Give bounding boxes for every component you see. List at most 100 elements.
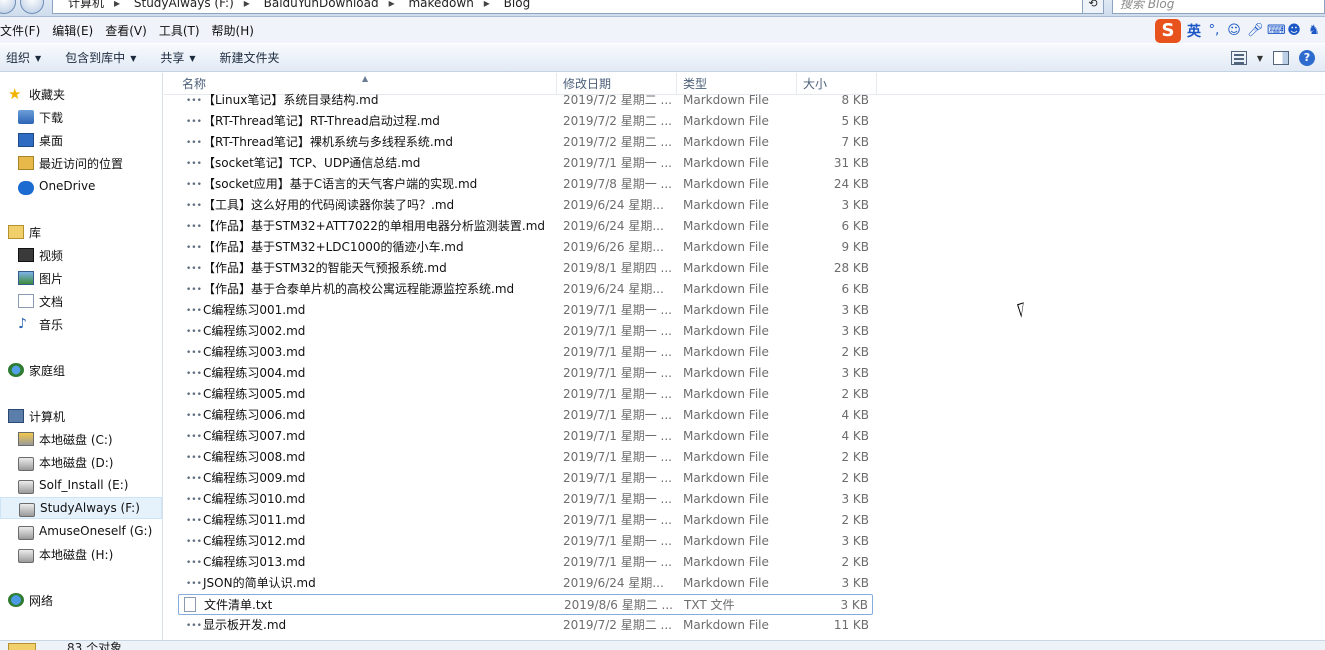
file-type: Markdown File [683, 261, 769, 275]
file-size: 6 KB [841, 219, 869, 233]
file-name: JSON的简单认识.md [203, 576, 316, 590]
new-folder-button[interactable]: 新建文件夹 [220, 49, 280, 66]
ime-language-toggle[interactable]: 英 [1187, 21, 1201, 41]
breadcrumb-item-blog[interactable]: Blog [504, 0, 531, 10]
table-row[interactable]: 文件清单.txt 2019/8/6 星期二 ... TXT 文件 3 KB [178, 594, 873, 615]
nav-item-downloads[interactable]: 下载 [0, 106, 162, 128]
file-type: Markdown File [683, 450, 769, 464]
help-icon[interactable]: ? [1299, 50, 1315, 66]
breadcrumb-item-drive[interactable]: StudyAlways (F:) [134, 0, 234, 10]
nav-item-label: AmuseOneself (G:) [39, 524, 153, 538]
view-mode-icon[interactable] [1230, 51, 1247, 65]
table-row[interactable]: ••• 【作品】基于STM32的智能天气预报系统.md 2019/8/1 星期四 .… [178, 258, 873, 279]
file-name: C编程练习010.md [203, 492, 306, 506]
table-row[interactable]: ••• 【socket笔记】TCP、UDP通信总结.md 2019/7/1 星期一 … [178, 153, 873, 174]
nav-item-documents[interactable]: 文档 [0, 290, 162, 312]
table-row[interactable]: ••• C编程练习003.md 2019/7/1 星期一 ... Markdown F… [178, 342, 873, 363]
nav-computer[interactable]: 计算机 [0, 405, 162, 427]
table-row[interactable]: ••• 【socket应用】基于C语言的天气客户端的实现.md 2019/7/8 星… [178, 174, 873, 195]
file-date: 2019/7/1 星期一 ... [563, 156, 672, 170]
preview-pane-icon[interactable] [1273, 51, 1289, 65]
nav-item-drive-g[interactable]: AmuseOneself (G:) [0, 520, 162, 542]
table-row[interactable]: ••• C编程练习010.md 2019/7/1 星期一 ... Markdown F… [178, 489, 873, 510]
skin-icon[interactable]: ♞ [1307, 24, 1321, 38]
table-row[interactable]: ••• 【作品】基于合泰单片机的高校公寓远程能源监控系统.md 2019/6/24 … [178, 279, 873, 300]
nav-item-drive-f[interactable]: StudyAlways (F:) [0, 497, 162, 519]
nav-homegroup[interactable]: 家庭组 [0, 359, 162, 381]
nav-item-label: 视频 [39, 248, 64, 263]
refresh-button[interactable]: ⟲ [1082, 0, 1104, 14]
breadcrumb-item-makedown[interactable]: makedown [408, 0, 473, 10]
breadcrumb-item-baiduyun[interactable]: BaiduYunDownload [264, 0, 379, 10]
breadcrumb-item-computer[interactable]: 计算机 [68, 0, 104, 10]
file-name: C编程练习011.md [203, 513, 306, 527]
file-size: 2 KB [841, 471, 869, 485]
nav-favorites[interactable]: ★ 收藏夹 [0, 83, 162, 105]
menu-file[interactable]: 文件(F) [0, 22, 46, 39]
folder-icon [8, 643, 36, 650]
include-in-library-button[interactable]: 包含到库中 ▼ [65, 49, 136, 66]
nav-item-desktop[interactable]: 桌面 [0, 129, 162, 151]
menu-help[interactable]: 帮助(H) [212, 22, 260, 39]
table-row[interactable]: ••• C编程练习005.md 2019/7/1 星期一 ... Markdown F… [178, 384, 873, 405]
nav-item-videos[interactable]: 视频 [0, 244, 162, 266]
nav-item-drive-h[interactable]: 本地磁盘 (H:) [0, 543, 162, 565]
nav-item-drive-d[interactable]: 本地磁盘 (D:) [0, 451, 162, 473]
table-row[interactable]: ••• 【RT-Thread笔记】RT-Thread启动过程.md 2019/7/2… [178, 111, 873, 132]
table-row[interactable]: ••• C编程练习013.md 2019/7/1 星期一 ... Markdown F… [178, 552, 873, 573]
nav-item-drive-e[interactable]: Solf_Install (E:) [0, 474, 162, 496]
file-type: Markdown File [683, 240, 769, 254]
markdown-file-icon: ••• [186, 621, 202, 631]
user-icon[interactable]: ☻ [1287, 24, 1301, 38]
keyboard-icon[interactable]: ⌨ [1267, 24, 1286, 38]
file-name: C编程练习008.md [203, 450, 306, 464]
download-folder-icon [18, 110, 34, 124]
table-row[interactable]: ••• C编程练习008.md 2019/7/1 星期一 ... Markdown F… [178, 447, 873, 468]
table-row[interactable]: ••• JSON的简单认识.md 2019/6/24 星期... Markdown F… [178, 573, 873, 594]
file-size: 11 KB [833, 618, 869, 632]
file-size: 2 KB [841, 555, 869, 569]
microphone-icon[interactable]: 🎤︎ [1247, 24, 1264, 38]
table-row[interactable]: ••• 【RT-Thread笔记】裸机系统与多线程系统.md 2019/7/2 星期… [178, 132, 873, 153]
share-button[interactable]: 共享 ▼ [160, 49, 195, 66]
table-row[interactable]: ••• 【作品】基于STM32+LDC1000的循迹小车.md 2019/6/26 … [178, 237, 873, 258]
table-row[interactable]: ••• 显示板开发.md 2019/7/2 星期二 ... Markdown File… [178, 615, 873, 636]
table-row[interactable]: ••• C编程练习007.md 2019/7/1 星期一 ... Markdown F… [178, 426, 873, 447]
menu-edit[interactable]: 编辑(E) [52, 22, 99, 39]
punctuation-icon[interactable]: °, [1207, 24, 1221, 38]
table-row[interactable]: ••• C编程练习004.md 2019/7/1 星期一 ... Markdown F… [178, 363, 873, 384]
nav-item-drive-c[interactable]: 本地磁盘 (C:) [0, 428, 162, 450]
file-name: C编程练习001.md [203, 303, 306, 317]
table-row[interactable]: ••• 【工具】这么好用的代码阅读器你装了吗？.md 2019/6/24 星期...… [178, 195, 873, 216]
picture-library-icon [18, 271, 34, 285]
forward-button[interactable] [20, 0, 44, 14]
nav-network[interactable]: 网络 [0, 589, 162, 611]
markdown-file-icon: ••• [186, 201, 202, 211]
nav-item-recent-places[interactable]: 最近访问的位置 [0, 152, 162, 174]
cloud-icon [18, 180, 34, 195]
table-row[interactable]: ••• C编程练习001.md 2019/7/1 星期一 ... Markdown F… [178, 300, 873, 321]
nav-libraries[interactable]: 库 [0, 221, 162, 243]
table-row[interactable]: ••• C编程练习002.md 2019/7/1 星期一 ... Markdown F… [178, 321, 873, 342]
markdown-file-icon: ••• [186, 348, 202, 358]
nav-item-onedrive[interactable]: OneDrive [0, 175, 162, 197]
menu-view[interactable]: 查看(V) [105, 22, 153, 39]
nav-item-label: Solf_Install (E:) [39, 478, 129, 492]
table-row[interactable]: ••• C编程练习006.md 2019/7/1 星期一 ... Markdown F… [178, 405, 873, 426]
menu-tools[interactable]: 工具(T) [159, 22, 206, 39]
file-name: C编程练习009.md [203, 471, 306, 485]
nav-item-music[interactable]: ♪ 音乐 [0, 313, 162, 335]
table-row[interactable]: ••• 【作品】基于STM32+ATT7022的单相用电器分析监测装置.md 201… [178, 216, 873, 237]
table-row[interactable]: ••• C编程练习011.md 2019/7/1 星期一 ... Markdown F… [178, 510, 873, 531]
table-row[interactable]: ••• C编程练习009.md 2019/7/1 星期一 ... Markdown F… [178, 468, 873, 489]
table-row[interactable]: ••• C编程练习012.md 2019/7/1 星期一 ... Markdown F… [178, 531, 873, 552]
back-button[interactable] [0, 0, 16, 14]
emoji-icon[interactable]: ☺ [1227, 24, 1241, 38]
file-type: Markdown File [683, 513, 769, 527]
view-mode-dropdown-icon[interactable]: ▼ [1257, 54, 1263, 63]
sort-ascending-icon: ▲ [362, 74, 369, 83]
organize-button[interactable]: 组织 ▼ [6, 49, 41, 66]
table-row[interactable]: ••• 【Linux笔记】系统目录结构.md 2019/7/2 星期二 ... Mar… [178, 90, 873, 111]
sogou-logo-icon[interactable]: S [1155, 19, 1181, 43]
nav-item-pictures[interactable]: 图片 [0, 267, 162, 289]
